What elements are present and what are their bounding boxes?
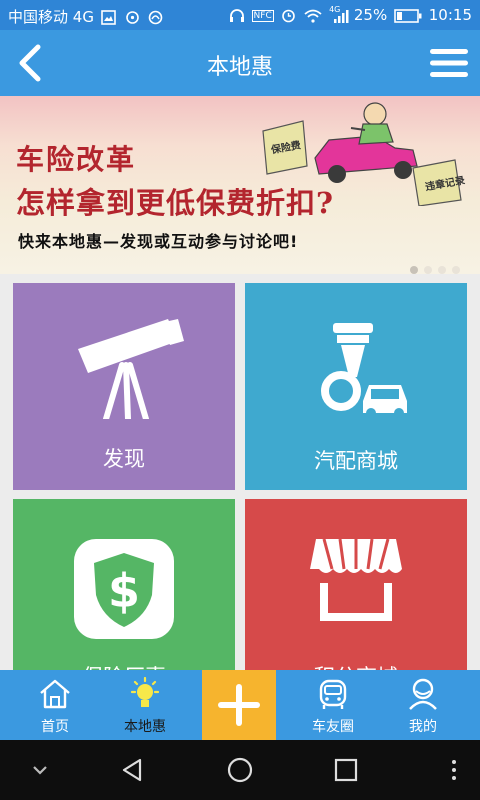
tab-mine[interactable]: 我的 bbox=[378, 670, 468, 740]
tile-insurance-discount[interactable]: $ 保险厂惠 bbox=[13, 499, 235, 670]
user-icon bbox=[409, 678, 437, 710]
car-front-icon bbox=[319, 679, 347, 709]
svg-text:$: $ bbox=[108, 564, 140, 618]
carousel-dot[interactable] bbox=[424, 266, 432, 274]
lightbulb-icon bbox=[130, 677, 160, 707]
carousel-dot[interactable] bbox=[410, 266, 418, 274]
engine-car-icon bbox=[321, 323, 407, 418]
wifi-icon bbox=[304, 9, 322, 23]
recents-square-icon[interactable] bbox=[330, 754, 362, 786]
chevron-down-icon[interactable] bbox=[24, 754, 56, 786]
banner-headline-2: 怎样拿到更低保费折扣? bbox=[16, 186, 334, 220]
nfc-icon: NFC bbox=[251, 9, 274, 22]
home-circle-icon[interactable] bbox=[224, 754, 256, 786]
tab-label: 车友圈 bbox=[312, 719, 354, 735]
tile-label: 发现 bbox=[103, 447, 145, 471]
plus-icon bbox=[218, 684, 260, 726]
promo-banner[interactable]: 保险费 违章记录 车险改革 怎样拿到更低保费折扣? 快来本地惠—发现或互动参与讨… bbox=[0, 96, 480, 274]
sync-icon bbox=[125, 11, 139, 24]
hamburger-menu-icon[interactable] bbox=[428, 46, 470, 80]
tab-local-deals[interactable]: 本地惠 bbox=[100, 670, 190, 740]
clock-time: 10:15 bbox=[428, 6, 472, 24]
battery-icon bbox=[394, 8, 422, 23]
home-icon bbox=[40, 679, 70, 709]
tile-points-mall[interactable]: 积分商城 bbox=[245, 499, 467, 670]
tab-home[interactable]: 首页 bbox=[10, 670, 100, 740]
system-navigation-bar bbox=[0, 740, 480, 800]
image-icon bbox=[100, 10, 116, 25]
page-title: 本地惠 bbox=[206, 55, 273, 80]
carousel-dot[interactable] bbox=[438, 266, 446, 274]
carrier-name: 中国移动 bbox=[8, 8, 69, 26]
status-bar: 中国移动 4G NFC 4G 25% 10:15 bbox=[0, 0, 480, 30]
alarm-icon bbox=[281, 9, 295, 23]
telescope-icon bbox=[78, 319, 184, 419]
shop-awning-icon bbox=[310, 538, 402, 621]
back-triangle-icon[interactable] bbox=[116, 754, 148, 786]
tab-label: 首页 bbox=[41, 719, 69, 735]
carousel-indicator bbox=[404, 259, 460, 274]
feature-grid: 发现 汽配商城 $ 保险厂惠 积分商城 bbox=[0, 274, 480, 670]
dollar-shield-icon: $ bbox=[74, 539, 174, 639]
signal-icon bbox=[334, 9, 349, 23]
tile-label: 保险厂惠 bbox=[13, 661, 235, 670]
battery-percent: 25% bbox=[353, 6, 388, 24]
tile-label: 积分商城 bbox=[245, 661, 467, 670]
add-post-button[interactable] bbox=[202, 670, 276, 740]
carousel-dot[interactable] bbox=[452, 266, 460, 274]
banner-tagline: 快来本地惠—发现或互动参与讨论吧! bbox=[18, 232, 299, 251]
tile-discover[interactable]: 发现 bbox=[13, 283, 235, 490]
banner-headline-1: 车险改革 bbox=[16, 143, 137, 176]
headphones-icon bbox=[229, 9, 244, 22]
tile-auto-parts-mall[interactable]: 汽配商城 bbox=[245, 283, 467, 490]
network-type: 4G bbox=[72, 8, 94, 26]
more-vertical-icon[interactable] bbox=[438, 754, 470, 786]
app-bar: 本地惠 bbox=[0, 30, 480, 96]
headset-icon bbox=[149, 10, 163, 25]
tab-label: 本地惠 bbox=[124, 719, 166, 735]
tile-label: 汽配商城 bbox=[314, 449, 398, 473]
tab-car-friends[interactable]: 车友圈 bbox=[288, 670, 378, 740]
tab-label: 我的 bbox=[409, 719, 437, 735]
